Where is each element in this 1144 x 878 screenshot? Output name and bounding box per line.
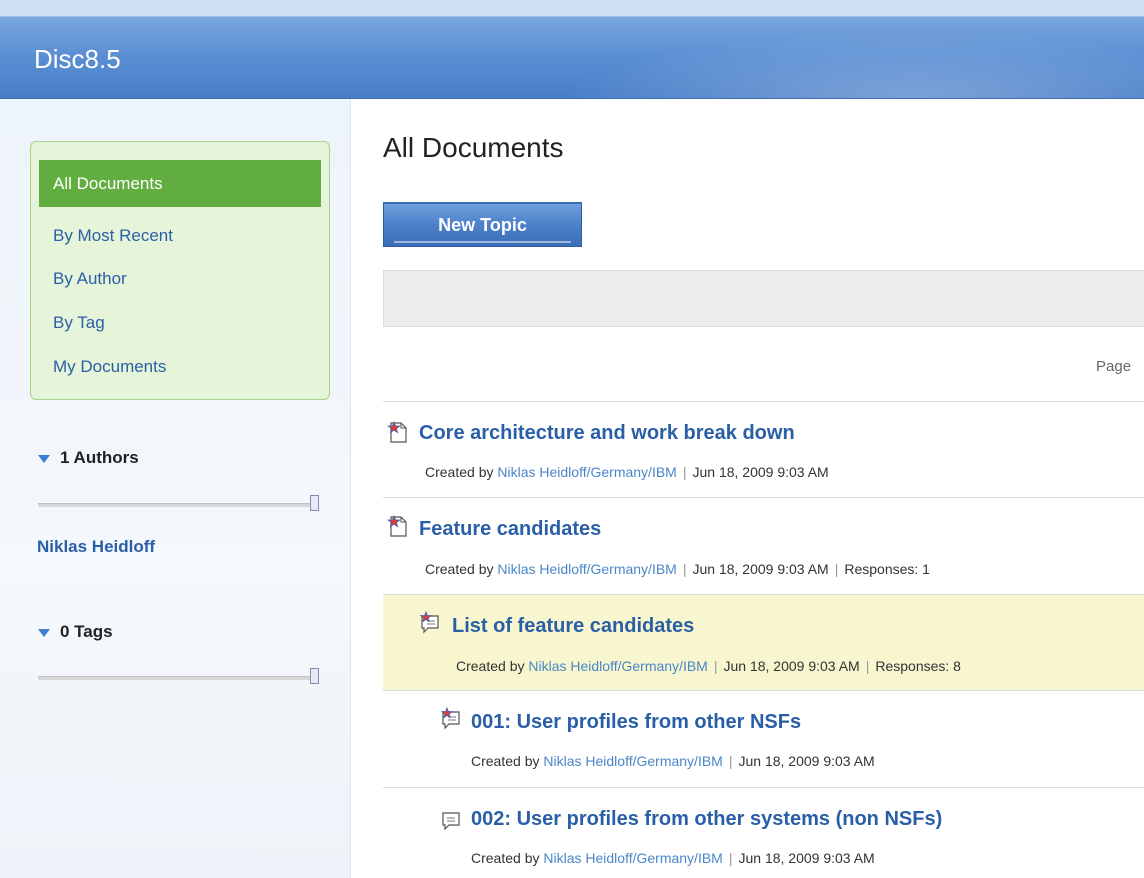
response-starred-icon bbox=[440, 707, 460, 730]
created-by-label: Created by bbox=[471, 753, 540, 769]
page-title: All Documents bbox=[383, 132, 564, 163]
response-icon bbox=[442, 812, 460, 831]
created-date: Jun 18, 2009 9:03 AM bbox=[738, 850, 875, 866]
expand-triangle-icon bbox=[38, 628, 50, 637]
document-title-link[interactable]: Core architecture and work break down bbox=[419, 422, 795, 445]
meta-separator: | bbox=[865, 658, 870, 674]
document-meta: Created by Niklas Heidloff/Germany/IBM | J… bbox=[456, 658, 961, 674]
document-title-link[interactable]: List of feature candidates bbox=[452, 615, 694, 638]
author-link[interactable]: Niklas Heidloff/Germany/IBM bbox=[528, 658, 707, 674]
created-by-label: Created by bbox=[456, 658, 525, 674]
tags-slider[interactable] bbox=[38, 668, 319, 684]
document-row: Feature candidates Created by Niklas Hei… bbox=[383, 497, 1144, 594]
responses-label: Responses: bbox=[875, 658, 950, 674]
main-topic-icon bbox=[387, 420, 407, 443]
created-date: Jun 18, 2009 9:03 AM bbox=[692, 561, 829, 577]
document-title-link[interactable]: Feature candidates bbox=[419, 518, 601, 541]
app-header: Disc8.5 bbox=[0, 0, 1144, 99]
document-row: 002: User profiles from other systems (n… bbox=[383, 787, 1144, 878]
author-link-niklas-heidloff[interactable]: Niklas Heidloff bbox=[37, 537, 155, 557]
created-by-label: Created by bbox=[425, 464, 494, 480]
authors-slider[interactable] bbox=[38, 495, 319, 511]
responses-count: 8 bbox=[953, 658, 961, 674]
response-starred-icon bbox=[419, 611, 439, 634]
nav-all-documents[interactable]: All Documents bbox=[39, 160, 321, 207]
nav-by-tag[interactable]: By Tag bbox=[39, 301, 321, 345]
view-navigator: All Documents By Most Recent By Author B… bbox=[30, 141, 330, 400]
document-meta: Created by Niklas Heidloff/Germany/IBM | J… bbox=[425, 561, 930, 577]
pager-label: Page bbox=[1096, 358, 1132, 375]
tags-section-toggle[interactable]: 0 Tags bbox=[38, 622, 113, 642]
document-title-link[interactable]: 001: User profiles from other NSFs bbox=[471, 711, 801, 734]
responses-count: 1 bbox=[922, 561, 930, 577]
author-link[interactable]: Niklas Heidloff/Germany/IBM bbox=[497, 464, 676, 480]
new-topic-button[interactable]: New Topic bbox=[383, 202, 582, 247]
authors-section-label: 1 Authors bbox=[60, 448, 139, 467]
meta-separator: | bbox=[728, 753, 733, 769]
main-topic-icon bbox=[387, 514, 407, 537]
nav-by-author[interactable]: By Author bbox=[39, 257, 321, 301]
document-row: Core architecture and work break down Cr… bbox=[383, 401, 1144, 497]
document-meta: Created by Niklas Heidloff/Germany/IBM | J… bbox=[471, 753, 875, 769]
authors-section-toggle[interactable]: 1 Authors bbox=[38, 448, 139, 468]
meta-separator: | bbox=[728, 850, 733, 866]
meta-separator: | bbox=[682, 561, 687, 577]
filter-bar bbox=[383, 270, 1144, 327]
expand-triangle-icon bbox=[38, 454, 50, 463]
author-link[interactable]: Niklas Heidloff/Germany/IBM bbox=[543, 753, 722, 769]
sidebar: All Documents By Most Recent By Author B… bbox=[0, 99, 351, 878]
meta-separator: | bbox=[713, 658, 718, 674]
author-link[interactable]: Niklas Heidloff/Germany/IBM bbox=[543, 850, 722, 866]
created-date: Jun 18, 2009 9:03 AM bbox=[738, 753, 875, 769]
responses-label: Responses: bbox=[844, 561, 919, 577]
authors-slider-handle[interactable] bbox=[310, 495, 319, 511]
document-row-selected: List of feature candidates Created by Ni… bbox=[383, 594, 1144, 690]
meta-separator: | bbox=[834, 561, 839, 577]
document-meta: Created by Niklas Heidloff/Germany/IBM | J… bbox=[471, 850, 875, 866]
author-link[interactable]: Niklas Heidloff/Germany/IBM bbox=[497, 561, 676, 577]
created-by-label: Created by bbox=[471, 850, 540, 866]
tags-slider-handle[interactable] bbox=[310, 668, 319, 684]
created-date: Jun 18, 2009 9:03 AM bbox=[692, 464, 829, 480]
meta-separator: | bbox=[682, 464, 687, 480]
tags-section-label: 0 Tags bbox=[60, 622, 113, 641]
document-row: 001: User profiles from other NSFs Creat… bbox=[383, 690, 1144, 787]
created-date: Jun 18, 2009 9:03 AM bbox=[723, 658, 860, 674]
nav-by-most-recent[interactable]: By Most Recent bbox=[39, 214, 321, 258]
document-meta: Created by Niklas Heidloff/Germany/IBM | J… bbox=[425, 464, 829, 480]
app-title: Disc8.5 bbox=[34, 44, 121, 74]
created-by-label: Created by bbox=[425, 561, 494, 577]
nav-my-documents[interactable]: My Documents bbox=[39, 345, 321, 389]
document-title-link[interactable]: 002: User profiles from other systems (n… bbox=[471, 808, 942, 831]
